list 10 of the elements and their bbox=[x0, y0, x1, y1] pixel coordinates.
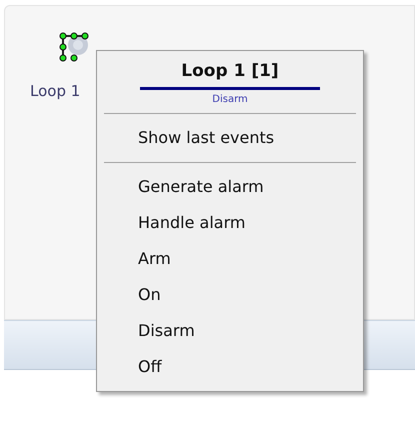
menu-item[interactable]: Arm bbox=[101, 240, 171, 276]
menu-item[interactable]: Off bbox=[101, 348, 162, 384]
menu-item[interactable]: Show last events bbox=[101, 120, 274, 156]
menu-item[interactable]: Generate alarm bbox=[101, 168, 264, 204]
menu-item[interactable]: Handle alarm bbox=[101, 204, 246, 240]
menu-title: Loop 1 [1] bbox=[180, 60, 280, 83]
status-text: Disarm bbox=[211, 92, 249, 106]
menu-item[interactable]: On bbox=[101, 276, 161, 312]
menu-item[interactable]: Disarm bbox=[101, 312, 195, 348]
node-label: Loop 1 bbox=[30, 81, 80, 102]
